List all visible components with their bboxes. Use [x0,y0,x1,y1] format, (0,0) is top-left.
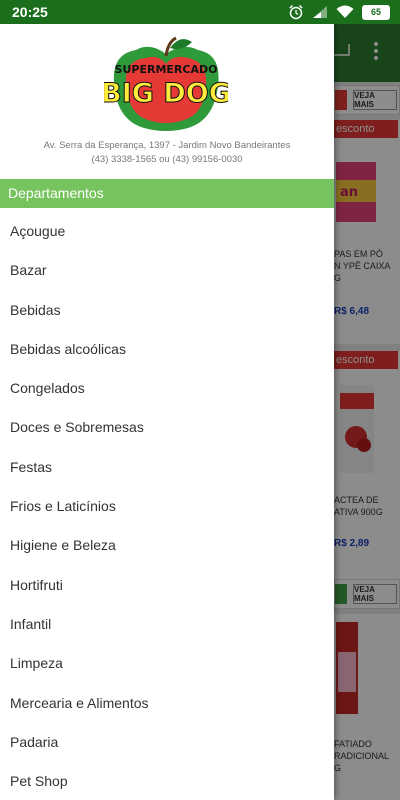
svg-text:SUPERMERCADO: SUPERMERCADO [115,63,218,76]
department-item-festas[interactable]: Festas [0,448,334,487]
department-item-congelados[interactable]: Congelados [0,369,334,408]
store-address: Av. Serra da Esperança, 1397 - Jardim No… [43,140,291,151]
department-item-bebidas[interactable]: Bebidas [0,291,334,330]
departments-header: Departamentos [0,179,334,208]
alarm-icon [289,4,303,20]
department-list: Açougue Bazar Bebidas Bebidas alcoólicas… [0,212,334,800]
status-icons: 65 [288,3,390,21]
store-logo: SUPERMERCADO BIG DOG [104,36,228,131]
store-phones: (43) 3338-1565 ou (43) 99156-0030 [91,154,243,165]
department-item-acougue[interactable]: Açougue [0,212,334,251]
department-item-limpeza[interactable]: Limpeza [0,644,334,683]
department-item-higiene-e-beleza[interactable]: Higiene e Beleza [0,526,334,565]
signal-icon [313,6,327,18]
department-item-padaria[interactable]: Padaria [0,723,334,762]
battery-indicator: 65 [362,4,390,20]
department-item-mercearia-e-alimentos[interactable]: Mercearia e Alimentos [0,684,334,723]
status-time: 20:25 [12,4,48,20]
wifi-icon [336,5,354,18]
department-item-doces-e-sobremesas[interactable]: Doces e Sobremesas [0,408,334,447]
svg-text:BIG DOG: BIG DOG [104,78,228,109]
status-bar: 20:25 65 [0,0,400,24]
department-item-bazar[interactable]: Bazar [0,251,334,290]
department-item-frios-e-laticinios[interactable]: Frios e Laticínios [0,487,334,526]
department-item-pet-shop[interactable]: Pet Shop [0,762,334,800]
department-item-infantil[interactable]: Infantil [0,605,334,644]
department-item-bebidas-alcoolicas[interactable]: Bebidas alcoólicas [0,330,334,369]
department-item-hortifruti[interactable]: Hortifruti [0,566,334,605]
navigation-drawer: SUPERMERCADO BIG DOG Av. Serra da Espera… [0,24,334,800]
